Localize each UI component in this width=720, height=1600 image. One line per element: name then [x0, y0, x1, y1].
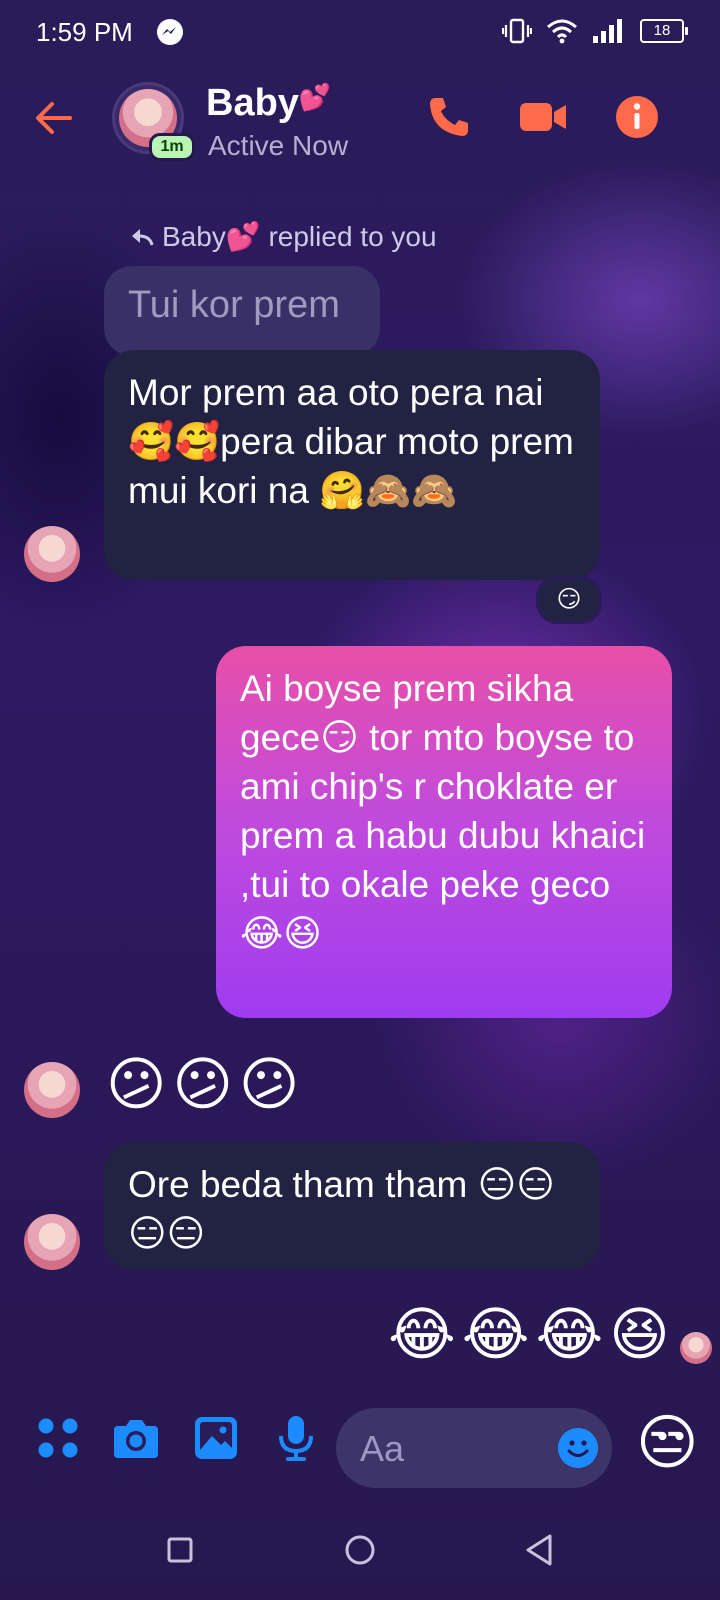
- sender-avatar[interactable]: [24, 526, 80, 582]
- status-time: 1:59 PM: [36, 17, 133, 47]
- quoted-message[interactable]: Tui kor prem: [104, 266, 380, 356]
- microphone-icon[interactable]: [272, 1414, 320, 1462]
- status-bar: 1:59 PM 18: [0, 0, 720, 66]
- reply-indicator: Baby💕 replied to you: [130, 220, 437, 253]
- quick-reaction-button[interactable]: 😒: [636, 1408, 699, 1478]
- chat-header: 1m Baby💕 Active Now: [0, 66, 720, 176]
- message-input-placeholder: Aa: [360, 1428, 405, 1469]
- sender-avatar[interactable]: [24, 1062, 80, 1118]
- contact-avatar[interactable]: 1m: [112, 82, 195, 161]
- messenger-icon: [157, 19, 183, 45]
- outgoing-message[interactable]: Ai boyse prem sikha gece😏 tor mto boyse …: [216, 646, 672, 1018]
- emoji-picker-icon[interactable]: [558, 1428, 598, 1468]
- system-nav-bar: [0, 1500, 720, 1600]
- signal-icon: [593, 19, 622, 43]
- home-icon[interactable]: [340, 1530, 380, 1570]
- recent-apps-icon[interactable]: [160, 1530, 200, 1570]
- back-arrow-icon[interactable]: [32, 96, 76, 140]
- reply-indicator-text: Baby💕 replied to you: [162, 221, 437, 252]
- incoming-message[interactable]: Ore beda tham tham 😑😑😑😑: [104, 1142, 600, 1270]
- contact-name[interactable]: Baby💕: [206, 82, 331, 125]
- video-call-icon[interactable]: [518, 94, 568, 140]
- message-reaction[interactable]: 😏: [536, 576, 602, 624]
- incoming-message[interactable]: Mor prem aa oto pera nai 🥰🥰pera dibar mo…: [104, 350, 600, 580]
- message-input[interactable]: Aa: [336, 1408, 612, 1488]
- battery-icon: 18: [640, 19, 688, 43]
- phone-call-icon[interactable]: [426, 94, 472, 140]
- reply-arrow-icon: [132, 228, 154, 245]
- message-composer: Aa 😒: [0, 1390, 720, 1490]
- apps-menu-icon[interactable]: [34, 1414, 82, 1462]
- info-icon[interactable]: [614, 94, 660, 140]
- gallery-icon[interactable]: [192, 1414, 240, 1462]
- heart-emoji: 💕: [298, 82, 332, 112]
- outgoing-emoji-message[interactable]: 😂😂😂😆: [388, 1300, 676, 1368]
- back-nav-icon[interactable]: [520, 1530, 560, 1570]
- camera-icon[interactable]: [112, 1414, 160, 1462]
- active-status: Active Now: [208, 130, 349, 161]
- incoming-emoji-message[interactable]: 😕😕😕: [106, 1050, 305, 1118]
- sender-avatar[interactable]: [24, 1214, 80, 1270]
- contact-name-text: Baby: [206, 82, 299, 124]
- active-time-badge: 1m: [149, 133, 195, 161]
- status-icons: 18: [502, 18, 688, 44]
- vibrate-icon: [502, 18, 532, 44]
- seen-avatar: [680, 1332, 712, 1364]
- wifi-icon: [547, 19, 577, 44]
